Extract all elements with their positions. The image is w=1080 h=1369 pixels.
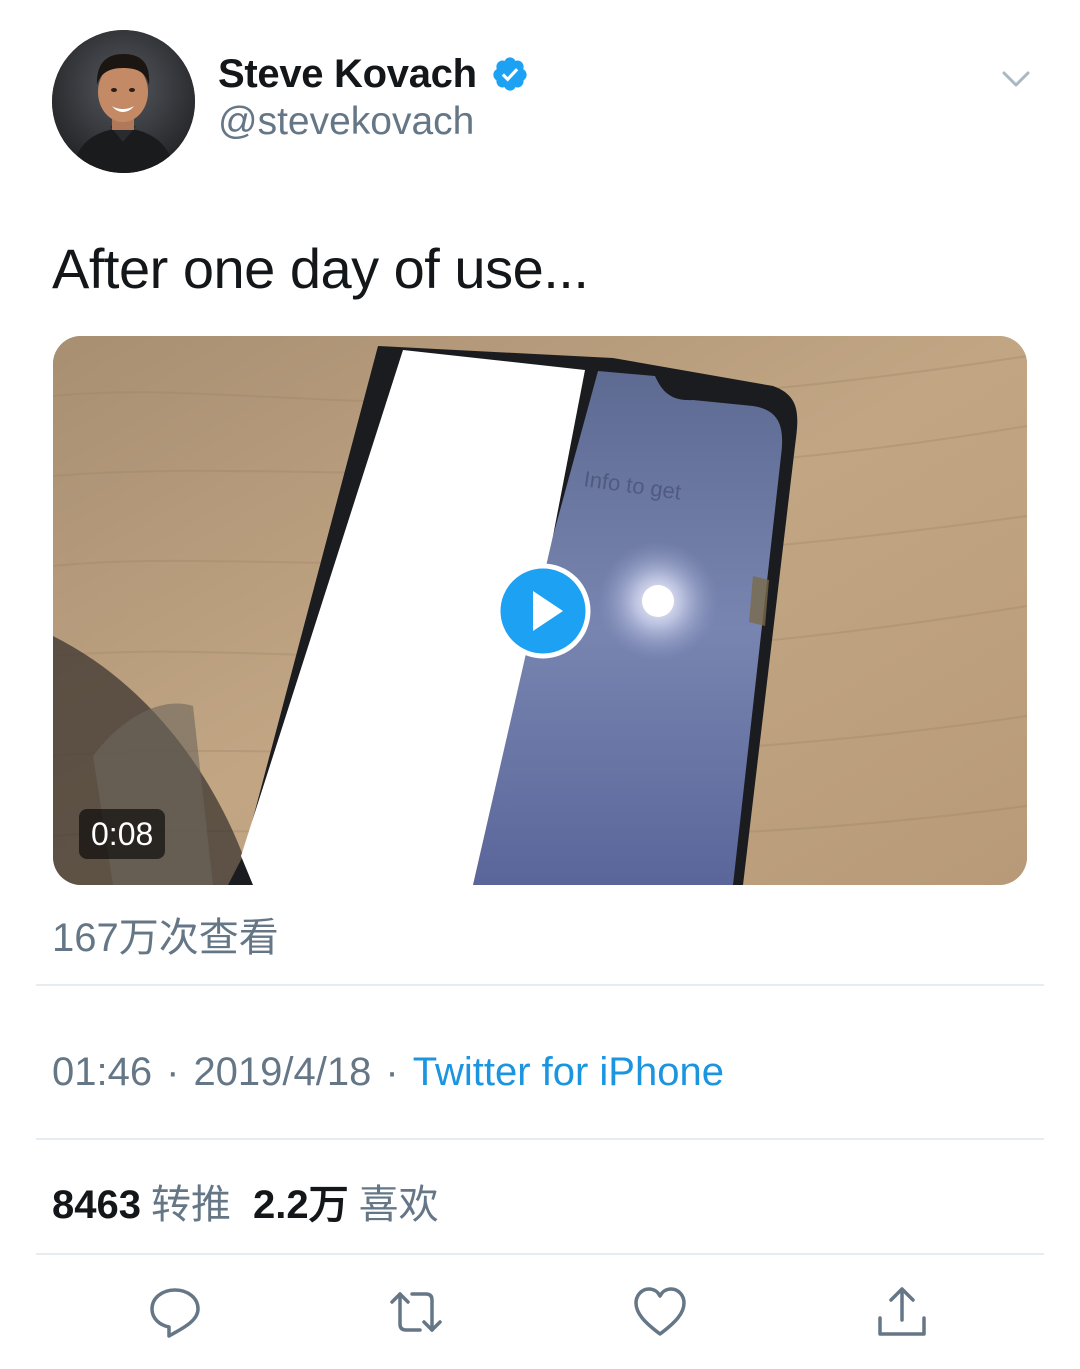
tweet-meta: 01:46 · 2019/4/18 · Twitter for iPhone [52, 1050, 724, 1095]
meta-separator: · [385, 1050, 399, 1094]
share-icon[interactable] [874, 1284, 930, 1340]
retweet-icon[interactable] [388, 1284, 444, 1340]
avatar-photo [52, 30, 195, 173]
video-duration-badge: 0:08 [79, 809, 166, 859]
reply-icon[interactable] [147, 1284, 203, 1340]
likes-stat[interactable]: 2.2万 喜欢 [253, 1183, 439, 1227]
view-count: 167万次查看 [52, 916, 279, 960]
author-display-name[interactable]: Steve Kovach [218, 52, 477, 97]
play-icon[interactable] [495, 563, 591, 659]
likes-count: 2.2万 [252, 1183, 349, 1227]
verified-badge-icon [493, 57, 527, 91]
retweets-label: 转推 [150, 1183, 231, 1227]
divider [36, 1253, 1044, 1255]
tweet-date: 2019/4/18 [193, 1050, 372, 1094]
chevron-down-icon[interactable] [998, 64, 1034, 94]
meta-separator: · [166, 1050, 180, 1094]
tweet-time: 01:46 [52, 1050, 153, 1094]
tweet-stats: 8463 转推 2.2万 喜欢 [52, 1172, 439, 1230]
retweets-count: 8463 [52, 1183, 141, 1227]
tweet-text: After one day of use... [52, 237, 589, 300]
author-name-row[interactable]: Steve Kovach [218, 50, 529, 98]
heart-icon[interactable] [632, 1284, 688, 1340]
divider [36, 1138, 1044, 1140]
retweets-stat[interactable]: 8463 转推 [52, 1183, 231, 1227]
likes-label: 喜欢 [358, 1183, 439, 1227]
avatar[interactable] [52, 30, 195, 173]
tweet-source-link[interactable]: Twitter for iPhone [413, 1050, 724, 1094]
divider [36, 984, 1044, 986]
author-handle[interactable]: @stevekovach [218, 100, 474, 144]
